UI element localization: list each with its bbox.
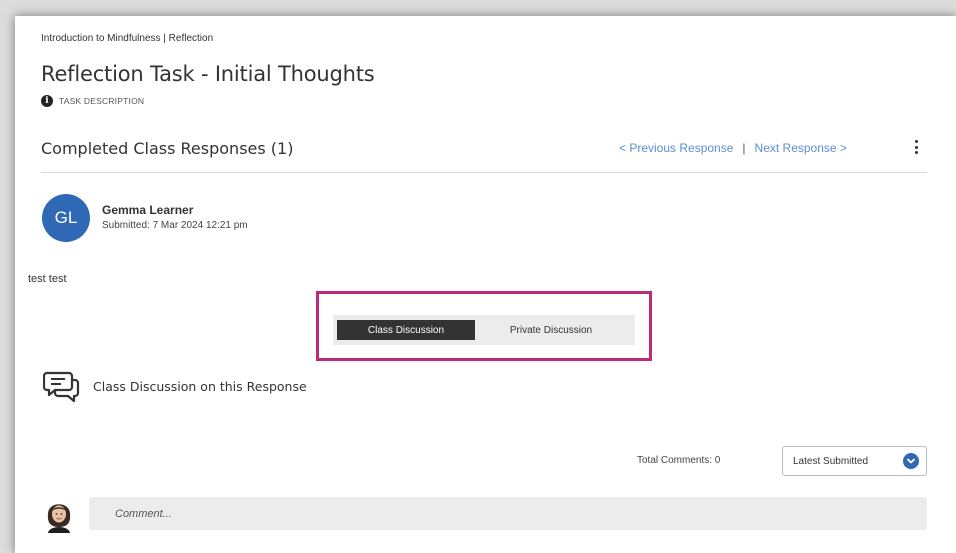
- submitted-timestamp: Submitted: 7 Mar 2024 12:21 pm: [102, 220, 248, 231]
- sort-dropdown[interactable]: Latest Submitted: [782, 446, 927, 476]
- kebab-menu-icon[interactable]: [911, 138, 921, 156]
- commenter-avatar: [47, 504, 71, 533]
- tab-private-discussion[interactable]: Private Discussion: [475, 320, 627, 340]
- info-icon: i: [41, 95, 53, 107]
- sort-dropdown-value: Latest Submitted: [793, 455, 869, 467]
- learner-name: Gemma Learner: [102, 203, 194, 217]
- response-navigation: < Previous Response | Next Response >: [619, 141, 847, 155]
- tab-class-discussion[interactable]: Class Discussion: [337, 320, 475, 340]
- discussion-tabs: Class Discussion Private Discussion: [333, 315, 635, 345]
- responses-section-title: Completed Class Responses (1): [41, 139, 294, 158]
- previous-response-link[interactable]: < Previous Response: [619, 141, 733, 155]
- task-description-toggle[interactable]: i TASK DESCRIPTION: [41, 95, 144, 107]
- breadcrumb[interactable]: Introduction to Mindfulness | Reflection: [41, 33, 213, 44]
- page-title: Reflection Task - Initial Thoughts: [41, 62, 375, 86]
- total-comments-count: Total Comments: 0: [637, 455, 721, 466]
- chat-bubbles-icon: [43, 371, 80, 403]
- nav-separator: |: [742, 141, 746, 155]
- task-description-label: TASK DESCRIPTION: [59, 96, 145, 106]
- divider: [41, 172, 927, 173]
- response-text: test test: [28, 273, 67, 285]
- reflection-response-panel: Introduction to Mindfulness | Reflection…: [15, 16, 956, 553]
- chevron-down-icon: [903, 453, 919, 469]
- next-response-link[interactable]: Next Response >: [755, 141, 847, 155]
- discussion-heading-label: Class Discussion on this Response: [93, 378, 307, 394]
- avatar: GL: [42, 194, 90, 242]
- discussion-heading: Class Discussion on this Response: [43, 369, 307, 403]
- comment-input[interactable]: [89, 497, 927, 530]
